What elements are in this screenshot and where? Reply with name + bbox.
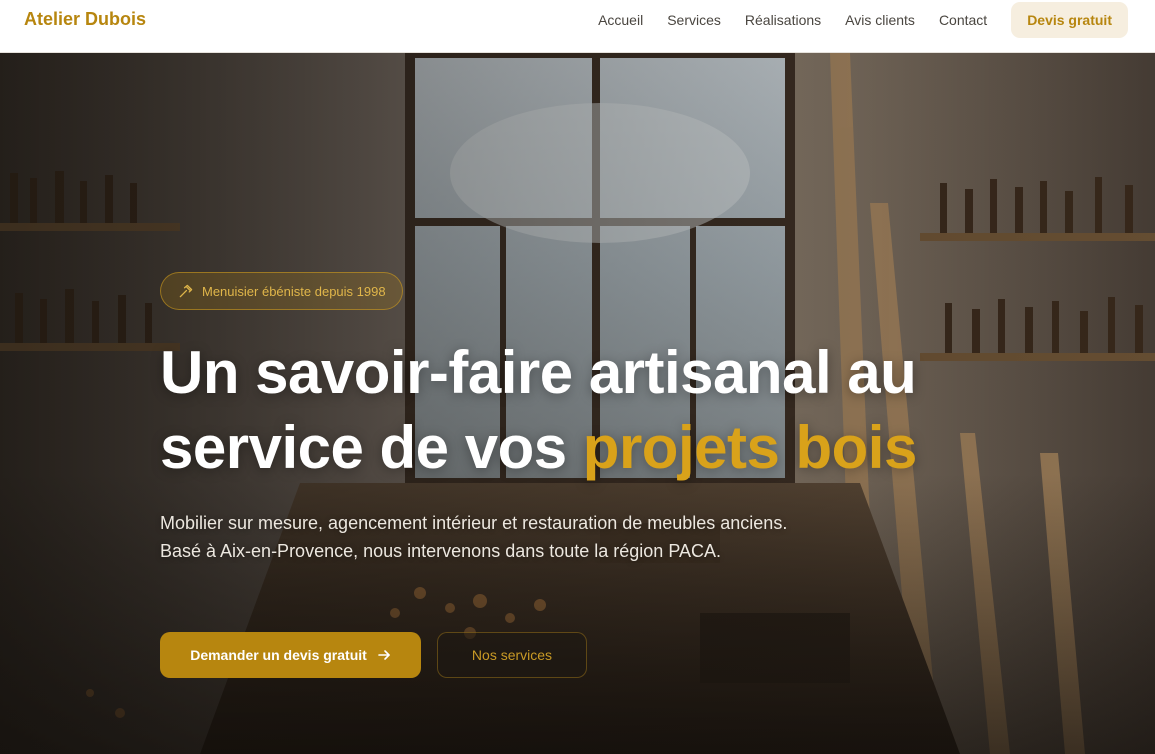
nav-link-avis-clients[interactable]: Avis clients: [845, 12, 915, 28]
main-nav: Accueil Services Réalisations Avis clien…: [598, 1, 1128, 38]
hero-title: Un savoir-faire artisanal au service de …: [160, 335, 1060, 485]
badge-text: Menuisier ébéniste depuis 1998: [202, 283, 386, 299]
nav-link-realisations[interactable]: Réalisations: [745, 12, 821, 28]
site-header: Atelier Dubois Accueil Services Réalisat…: [0, 0, 1155, 53]
nav-link-services[interactable]: Services: [667, 12, 721, 28]
hero-title-line1: Un savoir-faire artisanal au: [160, 339, 917, 406]
request-quote-label: Demander un devis gratuit: [190, 647, 367, 663]
request-quote-button[interactable]: Demander un devis gratuit: [160, 632, 421, 678]
brand-logo[interactable]: Atelier Dubois: [24, 9, 146, 30]
our-services-button[interactable]: Nos services: [437, 632, 587, 678]
hero-title-accent: projets bois: [582, 414, 918, 481]
hammer-icon: [179, 284, 193, 297]
arrow-right-icon: [377, 650, 390, 660]
nav-link-contact[interactable]: Contact: [939, 12, 987, 28]
hero-description: Mobilier sur mesure, agencement intérieu…: [160, 513, 788, 561]
nav-link-accueil[interactable]: Accueil: [598, 12, 643, 28]
header-quote-button[interactable]: Devis gratuit: [1011, 1, 1128, 38]
hero-title-line2: service de vos: [160, 414, 583, 481]
experience-badge: Menuisier ébéniste depuis 1998: [160, 272, 403, 310]
hero-section: Menuisier ébéniste depuis 1998 Un savoir…: [0, 53, 1155, 754]
